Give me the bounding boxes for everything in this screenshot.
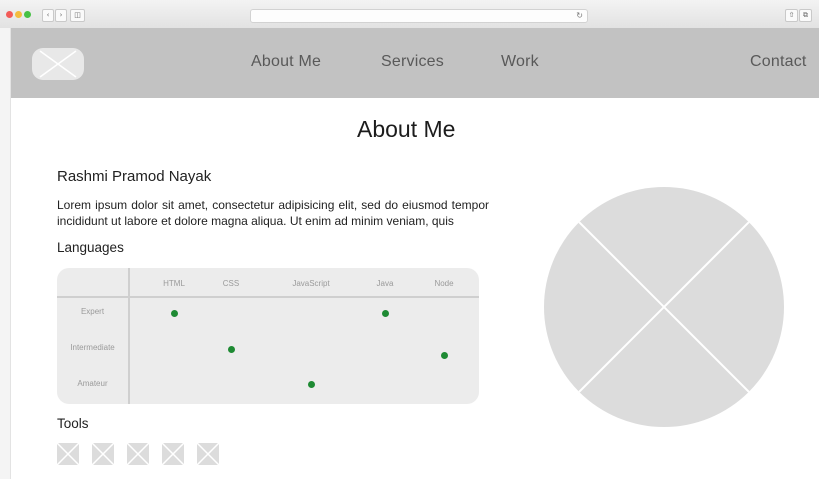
rating-dot-javascript [307, 380, 315, 388]
site-header: About Me Services Work Contact [11, 28, 819, 98]
image-placeholder-icon [91, 442, 115, 466]
tool-icon-placeholder [161, 442, 185, 466]
image-placeholder-icon [39, 50, 77, 78]
browser-toolbar: ‹ › ◫ ↻ ⇧ ⧉ [0, 0, 819, 29]
rating-dot-java [381, 309, 389, 317]
row-label-intermediate: Intermediate [70, 343, 115, 352]
logo-placeholder[interactable] [32, 48, 84, 80]
maximize-window-button[interactable] [24, 11, 31, 18]
browser-window: ‹ › ◫ ↻ ⇧ ⧉ About Me Services Work Conta… [0, 0, 819, 479]
column-header-java: Java [376, 279, 394, 288]
nav-link-about-me[interactable]: About Me [251, 53, 321, 71]
tool-icon-placeholder [56, 442, 80, 466]
rating-dot-css [227, 345, 235, 353]
column-header-node: Node [434, 279, 454, 288]
image-placeholder-icon [196, 442, 220, 466]
image-placeholder-icon [161, 442, 185, 466]
share-icon[interactable]: ⇧ [785, 9, 798, 22]
column-header-javascript: JavaScript [292, 279, 330, 288]
image-placeholder-icon [126, 442, 150, 466]
sidebar-toggle-icon[interactable]: ◫ [70, 9, 85, 22]
person-name: Rashmi Pramod Nayak [57, 168, 212, 185]
back-button[interactable]: ‹ [42, 9, 54, 22]
reload-icon[interactable]: ↻ [576, 10, 583, 22]
row-label-amateur: Amateur [77, 379, 108, 388]
column-header-css: CSS [222, 279, 240, 288]
bio-text: Lorem ipsum dolor sit amet, consectetur … [57, 198, 489, 228]
tool-icon-placeholder [91, 442, 115, 466]
column-header-html: HTML [163, 279, 185, 288]
forward-button[interactable]: › [55, 9, 67, 22]
rating-dot-html [170, 309, 178, 317]
image-placeholder-icon [56, 442, 80, 466]
page-title: About Me [357, 116, 456, 142]
profile-photo-placeholder [544, 187, 784, 427]
nav-link-work[interactable]: Work [501, 53, 539, 71]
tabs-icon[interactable]: ⧉ [799, 9, 812, 22]
table-divider-horizontal [57, 296, 479, 298]
nav-link-contact[interactable]: Contact [750, 53, 807, 71]
minimize-window-button[interactable] [15, 11, 22, 18]
table-divider-vertical [128, 268, 130, 404]
tool-icon-placeholder [126, 442, 150, 466]
nav-link-services[interactable]: Services [381, 53, 444, 71]
languages-table: HTML CSS JavaScript Java Node Expert Intermedi… [57, 268, 479, 404]
window-left-edge [0, 28, 11, 479]
tool-icon-placeholder [196, 442, 220, 466]
rating-dot-node [440, 351, 448, 359]
address-bar[interactable]: ↻ [250, 9, 588, 23]
close-window-button[interactable] [6, 11, 13, 18]
languages-heading: Languages [57, 240, 124, 255]
row-label-expert: Expert [80, 307, 105, 316]
tools-heading: Tools [57, 416, 89, 431]
